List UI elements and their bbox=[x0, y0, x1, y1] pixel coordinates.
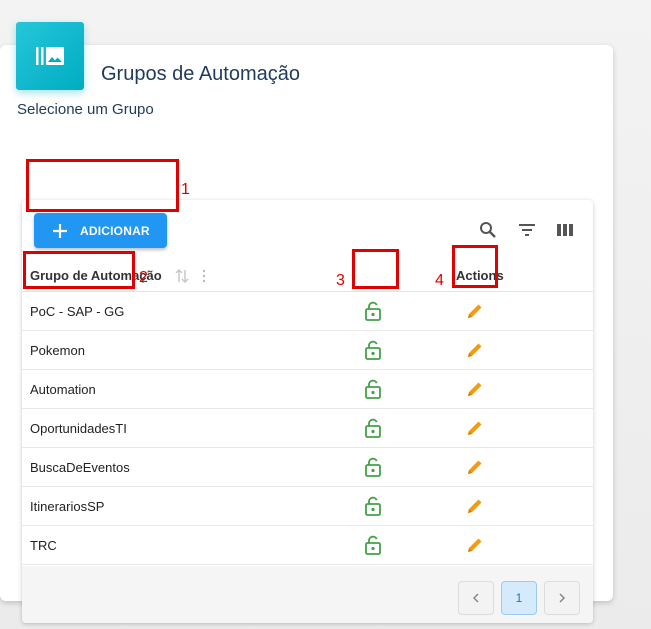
annotation-box-4 bbox=[452, 245, 498, 288]
edit-icon[interactable] bbox=[466, 497, 484, 515]
edit-icon[interactable] bbox=[466, 536, 484, 554]
group-name[interactable]: PoC - SAP - GG bbox=[30, 304, 124, 319]
annotation-box-2 bbox=[23, 251, 135, 289]
group-name[interactable]: TRC bbox=[30, 538, 57, 553]
unlock-icon[interactable] bbox=[364, 496, 382, 516]
chevron-right-icon bbox=[559, 593, 566, 603]
annotation-box-3 bbox=[352, 249, 399, 289]
add-group-button-label: ADICIONAR bbox=[80, 223, 150, 238]
unlock-icon[interactable] bbox=[364, 340, 382, 360]
next-page-button[interactable] bbox=[544, 581, 580, 615]
edit-icon[interactable] bbox=[466, 458, 484, 476]
table-row[interactable]: Automation bbox=[22, 370, 593, 409]
page-title: Grupos de Automação bbox=[101, 63, 301, 85]
edit-icon[interactable] bbox=[466, 341, 484, 359]
column-menu-icon[interactable] bbox=[201, 269, 207, 283]
columns-icon[interactable] bbox=[555, 220, 575, 240]
sort-icon[interactable] bbox=[175, 269, 189, 283]
image-library-icon bbox=[36, 47, 64, 65]
table-row[interactable]: TRC bbox=[22, 526, 593, 565]
page-button-current[interactable]: 1 bbox=[501, 581, 537, 615]
edit-icon[interactable] bbox=[466, 380, 484, 398]
page-subtitle: Selecione um Grupo bbox=[17, 101, 154, 118]
group-name[interactable]: BuscaDeEventos bbox=[30, 460, 130, 475]
annotation-label-2: 2 bbox=[139, 269, 148, 286]
group-name[interactable]: Automation bbox=[30, 382, 96, 397]
group-name[interactable]: OportunidadesTI bbox=[30, 421, 127, 436]
group-name[interactable]: ItinerariosSP bbox=[30, 499, 104, 514]
unlock-icon[interactable] bbox=[364, 535, 382, 555]
table-row[interactable]: ItinerariosSP bbox=[22, 487, 593, 526]
unlock-icon[interactable] bbox=[364, 418, 382, 438]
add-group-button[interactable]: ADICIONAR bbox=[34, 213, 167, 248]
table-row[interactable]: BuscaDeEventos bbox=[22, 448, 593, 487]
unlock-icon[interactable] bbox=[364, 301, 382, 321]
annotation-label-4: 4 bbox=[435, 272, 444, 289]
table-row[interactable]: Pokemon bbox=[22, 331, 593, 370]
plus-icon bbox=[53, 223, 67, 238]
table-row[interactable]: OportunidadesTI bbox=[22, 409, 593, 448]
table-footer: 1 bbox=[22, 566, 593, 623]
edit-icon[interactable] bbox=[466, 419, 484, 437]
annotation-box-1 bbox=[26, 159, 179, 212]
edit-icon[interactable] bbox=[466, 302, 484, 320]
chevron-left-icon bbox=[472, 593, 479, 603]
unlock-icon[interactable] bbox=[364, 457, 382, 477]
table-row[interactable]: PoC - SAP - GG bbox=[22, 292, 593, 331]
prev-page-button[interactable] bbox=[458, 581, 494, 615]
annotation-label-3: 3 bbox=[336, 272, 345, 289]
annotation-label-1: 1 bbox=[181, 181, 190, 198]
group-name[interactable]: Pokemon bbox=[30, 343, 85, 358]
groups-card: ADICIONAR Grupo de Automação Actions PoC… bbox=[0, 45, 613, 623]
filter-icon[interactable] bbox=[517, 220, 537, 240]
unlock-icon[interactable] bbox=[364, 379, 382, 399]
search-icon[interactable] bbox=[478, 220, 498, 240]
card-header-icon bbox=[16, 22, 84, 90]
